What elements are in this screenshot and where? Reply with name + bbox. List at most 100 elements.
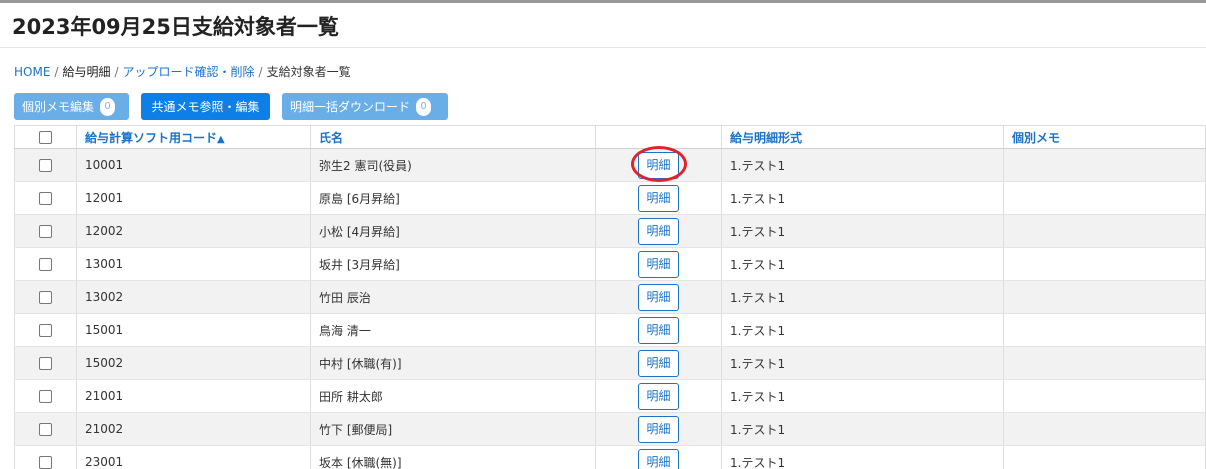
row-checkbox[interactable] — [39, 390, 52, 403]
row-select-cell — [14, 148, 77, 182]
detail-button[interactable]: 明細 — [638, 217, 679, 245]
employee-table: 給与計算ソフト用コード▲ 氏名 給与明細形式 個別メモ 10001 弥生2 憲司(… — [14, 125, 1206, 469]
employee-code: 21002 — [76, 412, 311, 446]
row-checkbox[interactable] — [39, 192, 52, 205]
name-column-header[interactable]: 氏名 — [310, 125, 596, 149]
individual-memo — [1003, 181, 1206, 215]
employee-name: 鳥海 清一 — [310, 313, 596, 347]
payslip-format: 1.テスト1 — [721, 247, 1004, 281]
payslip-format: 1.テスト1 — [721, 214, 1004, 248]
bulk-download-label: 明細一括ダウンロード — [290, 100, 411, 114]
detail-cell: 明細 — [595, 379, 722, 413]
detail-cell: 明細 — [595, 280, 722, 314]
row-select-cell — [14, 247, 77, 281]
detail-button[interactable]: 明細 — [638, 415, 679, 443]
employee-name: 中村 [休職(有)] — [310, 346, 596, 380]
select-all-checkbox[interactable] — [39, 131, 52, 144]
detail-button[interactable]: 明細 — [638, 316, 679, 344]
payslip-format: 1.テスト1 — [721, 346, 1004, 380]
detail-cell: 明細 — [595, 313, 722, 347]
memo-edit-button[interactable]: 個別メモ編集 0 — [14, 93, 129, 120]
name-header-label: 氏名 — [319, 130, 344, 145]
row-checkbox[interactable] — [39, 225, 52, 238]
memo-column-header[interactable]: 個別メモ — [1003, 125, 1206, 149]
detail-cell: 明細 — [595, 445, 722, 469]
payslip-format: 1.テスト1 — [721, 181, 1004, 215]
detail-button[interactable]: 明細 — [638, 448, 679, 469]
page-title: 2023年09月25日支給対象者一覧 — [12, 15, 339, 39]
employee-name: 坂本 [休職(無)] — [310, 445, 596, 469]
table-row: 12001 原島 [6月昇給] 明細 1.テスト1 — [14, 181, 1206, 215]
table-row: 23001 坂本 [休職(無)] 明細 1.テスト1 — [14, 445, 1206, 469]
breadcrumb-separator: / — [54, 65, 59, 79]
memo-edit-count-badge: 0 — [100, 97, 116, 116]
individual-memo — [1003, 280, 1206, 314]
individual-memo — [1003, 346, 1206, 380]
row-checkbox[interactable] — [39, 357, 52, 370]
table-row: 13002 竹田 辰治 明細 1.テスト1 — [14, 280, 1206, 314]
row-checkbox[interactable] — [39, 324, 52, 337]
bulk-download-button[interactable]: 明細一括ダウンロード 0 — [282, 93, 448, 120]
employee-code: 21001 — [76, 379, 311, 413]
detail-button[interactable]: 明細 — [638, 250, 679, 278]
employee-code: 10001 — [76, 148, 311, 182]
employee-name: 弥生2 憲司(役員) — [310, 148, 596, 182]
row-select-cell — [14, 445, 77, 469]
breadcrumb-upload-link[interactable]: アップロード確認・削除 — [123, 65, 255, 79]
detail-cell: 明細 — [595, 214, 722, 248]
detail-cell: 明細 — [595, 412, 722, 446]
individual-memo — [1003, 412, 1206, 446]
detail-button[interactable]: 明細 — [638, 283, 679, 311]
individual-memo — [1003, 445, 1206, 469]
table-row: 12002 小松 [4月昇給] 明細 1.テスト1 — [14, 214, 1206, 248]
individual-memo — [1003, 214, 1206, 248]
row-select-cell — [14, 280, 77, 314]
employee-name: 田所 耕太郎 — [310, 379, 596, 413]
common-memo-label: 共通メモ参照・編集 — [151, 100, 260, 114]
employee-code: 12002 — [76, 214, 311, 248]
code-column-header[interactable]: 給与計算ソフト用コード▲ — [76, 125, 311, 149]
employee-code: 12001 — [76, 181, 311, 215]
common-memo-button[interactable]: 共通メモ参照・編集 — [141, 93, 270, 120]
individual-memo — [1003, 247, 1206, 281]
employee-name: 原島 [6月昇給] — [310, 181, 596, 215]
sort-up-icon: ▲ — [217, 133, 225, 145]
detail-cell: 明細 — [595, 346, 722, 380]
employee-name: 竹下 [郵便局] — [310, 412, 596, 446]
row-checkbox[interactable] — [39, 291, 52, 304]
employee-name: 小松 [4月昇給] — [310, 214, 596, 248]
payslip-format: 1.テスト1 — [721, 148, 1004, 182]
memo-edit-label: 個別メモ編集 — [22, 100, 95, 114]
individual-memo — [1003, 379, 1206, 413]
breadcrumb-payslip: 給与明細 — [62, 65, 111, 79]
detail-button[interactable]: 明細 — [638, 184, 679, 212]
employee-code: 23001 — [76, 445, 311, 469]
title-divider — [0, 47, 1206, 48]
bulk-download-count-badge: 0 — [416, 97, 432, 116]
select-all-cell — [14, 125, 77, 149]
row-checkbox[interactable] — [39, 258, 52, 271]
breadcrumb-current: 支給対象者一覧 — [266, 65, 351, 79]
code-header-label: 給与計算ソフト用コード — [85, 130, 218, 145]
table-row: 15001 鳥海 清一 明細 1.テスト1 — [14, 313, 1206, 347]
breadcrumb-separator: / — [258, 65, 263, 79]
row-checkbox[interactable] — [39, 456, 52, 469]
row-select-cell — [14, 181, 77, 215]
row-checkbox[interactable] — [39, 423, 52, 436]
payslip-format: 1.テスト1 — [721, 379, 1004, 413]
row-select-cell — [14, 346, 77, 380]
breadcrumb: HOME / 給与明細 / アップロード確認・削除 / 支給対象者一覧 — [14, 63, 351, 80]
detail-cell: 明細 — [595, 181, 722, 215]
table-row: 10001 弥生2 憲司(役員) 明細 1.テスト1 — [14, 148, 1206, 182]
employee-name: 竹田 辰治 — [310, 280, 596, 314]
row-select-cell — [14, 412, 77, 446]
detail-button[interactable]: 明細 — [638, 382, 679, 410]
employee-code: 15001 — [76, 313, 311, 347]
format-column-header[interactable]: 給与明細形式 — [721, 125, 1004, 149]
row-select-cell — [14, 214, 77, 248]
breadcrumb-home-link[interactable]: HOME — [14, 65, 50, 79]
employee-code: 13001 — [76, 247, 311, 281]
detail-button[interactable]: 明細 — [638, 349, 679, 377]
payslip-format: 1.テスト1 — [721, 313, 1004, 347]
row-checkbox[interactable] — [39, 159, 52, 172]
